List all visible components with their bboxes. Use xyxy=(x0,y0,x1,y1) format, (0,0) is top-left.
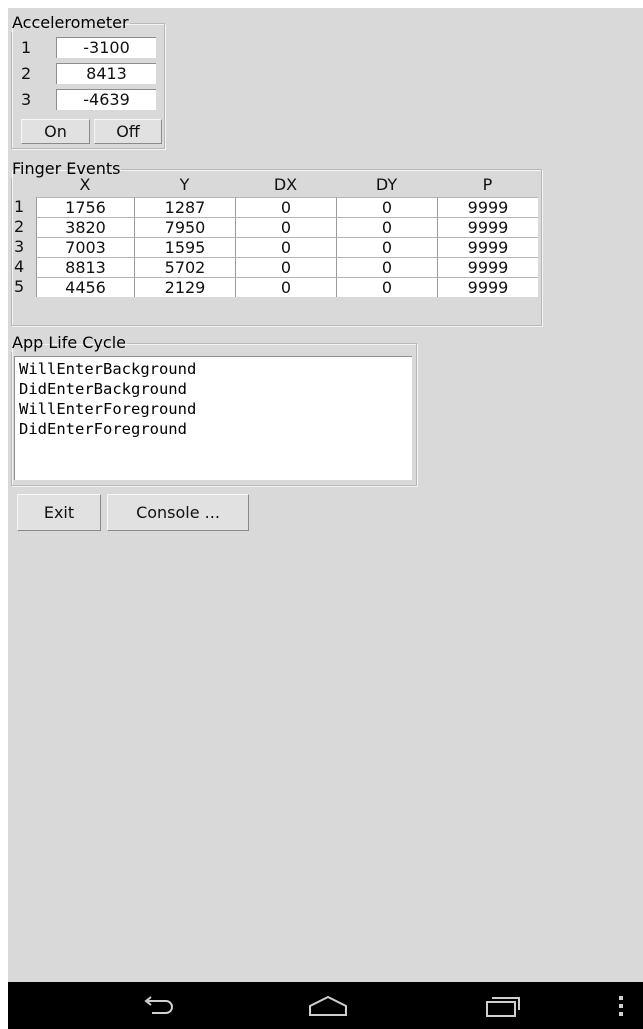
log-line: DidEnterBackground xyxy=(19,380,187,398)
accelerometer-value[interactable]: 8413 xyxy=(56,63,156,84)
accelerometer-row: 2 8413 xyxy=(17,63,158,84)
row-index: 3 xyxy=(21,90,32,109)
row-index: 1 xyxy=(21,38,32,57)
table-cell[interactable]: 0 xyxy=(235,257,336,277)
table-cell[interactable]: 1287 xyxy=(134,197,235,217)
row-index: 2 xyxy=(14,217,25,236)
accelerometer-content: 1 -3100 2 8413 3 -4639 On Off xyxy=(11,14,163,147)
log-line: WillEnterBackground xyxy=(19,360,197,378)
row-index: 2 xyxy=(21,64,32,83)
table-cell[interactable]: 0 xyxy=(336,197,437,217)
table-cell[interactable]: 9999 xyxy=(437,197,538,217)
row-index: 4 xyxy=(14,257,25,276)
table-cell[interactable]: 1756 xyxy=(36,197,134,217)
row-index: 5 xyxy=(14,277,25,296)
table-cell[interactable]: 9999 xyxy=(437,237,538,257)
table-cell[interactable]: 2129 xyxy=(134,277,235,297)
console-button[interactable]: Console ... xyxy=(107,494,249,531)
log-line: WillEnterForeground xyxy=(19,400,197,418)
table-cell[interactable]: 7003 xyxy=(36,237,134,257)
table-cell[interactable]: 8813 xyxy=(36,257,134,277)
column-header: DY xyxy=(375,175,398,194)
table-cell[interactable]: 4456 xyxy=(36,277,134,297)
back-icon[interactable] xyxy=(128,982,188,1029)
column-header: X xyxy=(79,175,91,194)
row-index: 1 xyxy=(14,197,25,216)
table-cell[interactable]: 7950 xyxy=(134,217,235,237)
accelerometer-value[interactable]: -3100 xyxy=(56,37,156,58)
off-button[interactable]: Off xyxy=(94,119,162,144)
log-line: DidEnterForeground xyxy=(19,420,187,438)
recent-apps-icon[interactable] xyxy=(473,982,533,1029)
row-index: 3 xyxy=(14,237,25,256)
app-window: Accelerometer 1 -3100 2 8413 3 -4639 On … xyxy=(8,8,643,982)
table-cell[interactable]: 0 xyxy=(235,217,336,237)
column-header: P xyxy=(482,175,493,194)
column-header: DX xyxy=(273,175,298,194)
home-icon[interactable] xyxy=(298,982,358,1029)
table-cell[interactable]: 0 xyxy=(336,257,437,277)
on-button[interactable]: On xyxy=(21,119,90,144)
table-cell[interactable]: 0 xyxy=(336,217,437,237)
table-cell[interactable]: 9999 xyxy=(437,257,538,277)
life-cycle-log[interactable]: WillEnterBackground DidEnterBackground W… xyxy=(14,356,412,480)
table-cell[interactable]: 0 xyxy=(235,197,336,217)
accelerometer-row: 3 -4639 xyxy=(17,89,158,110)
table-cell[interactable]: 3820 xyxy=(36,217,134,237)
menu-icon[interactable] xyxy=(606,982,636,1029)
table-cell[interactable]: 0 xyxy=(235,237,336,257)
table-cell[interactable]: 1595 xyxy=(134,237,235,257)
table-cell[interactable]: 9999 xyxy=(437,277,538,297)
accelerometer-value[interactable]: -4639 xyxy=(56,89,156,110)
life-cycle-content: WillEnterBackground DidEnterBackground W… xyxy=(11,334,415,484)
finger-events-table: X Y DX DY P 1 1756 1287 0 0 9999 2 3820 7950 0 0 9999 3 70… xyxy=(11,160,540,324)
table-cell[interactable]: 0 xyxy=(336,237,437,257)
accelerometer-row: 1 -3100 xyxy=(17,37,158,58)
navigation-bar xyxy=(8,982,643,1029)
table-cell[interactable]: 0 xyxy=(336,277,437,297)
table-cell[interactable]: 9999 xyxy=(437,217,538,237)
table-cell[interactable]: 0 xyxy=(235,277,336,297)
exit-button[interactable]: Exit xyxy=(17,494,101,531)
table-cell[interactable]: 5702 xyxy=(134,257,235,277)
column-header: Y xyxy=(179,175,190,194)
